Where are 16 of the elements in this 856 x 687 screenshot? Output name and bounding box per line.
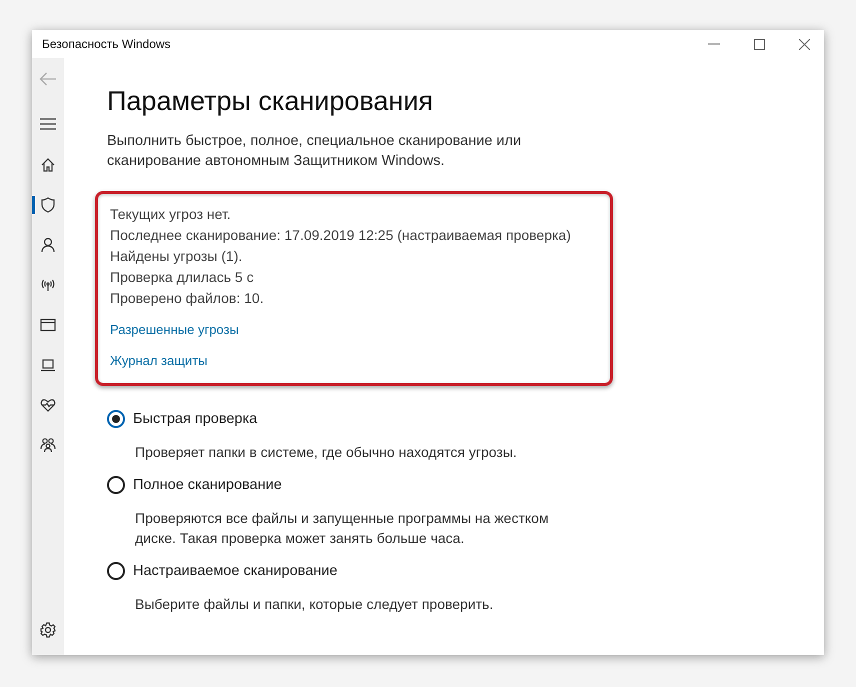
option-label[interactable]: Полное сканирование xyxy=(133,477,282,493)
page-description: Выполнить быстрое, полное, специальное сканирование или сканирование автономным Защитником Windows. xyxy=(107,132,522,171)
option-description: Проверяются все файлы и запущенные программы на жестком диске. Такая проверка может занять больше часа. xyxy=(135,509,550,548)
status-line: Текущих угроз нет. xyxy=(110,205,232,224)
link[interactable]: Разрешенные угрозы xyxy=(110,319,239,340)
option-label[interactable]: Настраиваемое сканирование xyxy=(133,563,338,579)
window-title: Безопасность Windows xyxy=(42,37,171,51)
option-label[interactable]: Быстрая проверка xyxy=(133,411,258,427)
status-line: Найдены угрозы (1). xyxy=(110,247,244,266)
link[interactable]: Журнал защиты xyxy=(110,350,208,371)
option-description: Проверяет папки в системе, где обычно находятся угрозы. xyxy=(135,443,518,462)
page-title: Параметры сканирования xyxy=(107,86,434,117)
status-line: Проверено файлов: 10. xyxy=(110,289,265,308)
status-line: Проверка длилась 5 с xyxy=(110,268,255,287)
option-description: Выберите файлы и папки, которые следует проверить. xyxy=(135,595,494,614)
status-line: Последнее сканирование: 17.09.2019 12:25 (настраиваемая проверка) xyxy=(110,226,572,245)
